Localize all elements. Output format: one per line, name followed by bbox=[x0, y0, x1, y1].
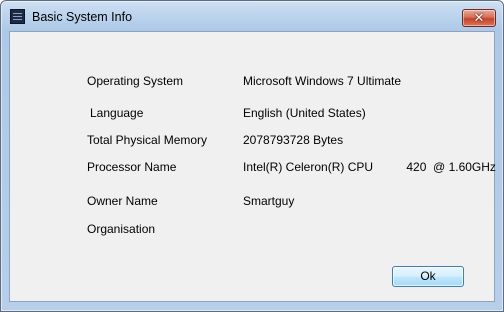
processor-value: Intel(R) Celeron(R) CPU 420 @ 1.60GHz bbox=[243, 160, 496, 174]
window-title: Basic System Info bbox=[32, 10, 133, 24]
language-value: English (United States) bbox=[243, 106, 366, 120]
os-value: Microsoft Windows 7 Ultimate bbox=[243, 74, 402, 88]
dialog-content: Operating System Microsoft Windows 7 Ult… bbox=[9, 31, 496, 302]
organisation-label: Organisation bbox=[87, 222, 156, 236]
dialog-window: Basic System Info ✕ Operating System Mic… bbox=[0, 0, 504, 312]
memory-label: Total Physical Memory bbox=[87, 133, 208, 147]
close-icon: ✕ bbox=[473, 10, 485, 25]
language-label: Language bbox=[90, 106, 144, 120]
memory-value: 2078793728 Bytes bbox=[243, 133, 344, 147]
os-label: Operating System bbox=[87, 74, 184, 88]
close-button[interactable]: ✕ bbox=[462, 9, 496, 27]
owner-value: Smartguy bbox=[243, 194, 295, 208]
processor-label: Processor Name bbox=[87, 160, 177, 174]
owner-label: Owner Name bbox=[87, 194, 158, 208]
app-list-icon[interactable] bbox=[10, 9, 25, 24]
title-bar[interactable]: Basic System Info ✕ bbox=[1, 1, 503, 31]
ok-button[interactable]: Ok bbox=[392, 266, 464, 287]
